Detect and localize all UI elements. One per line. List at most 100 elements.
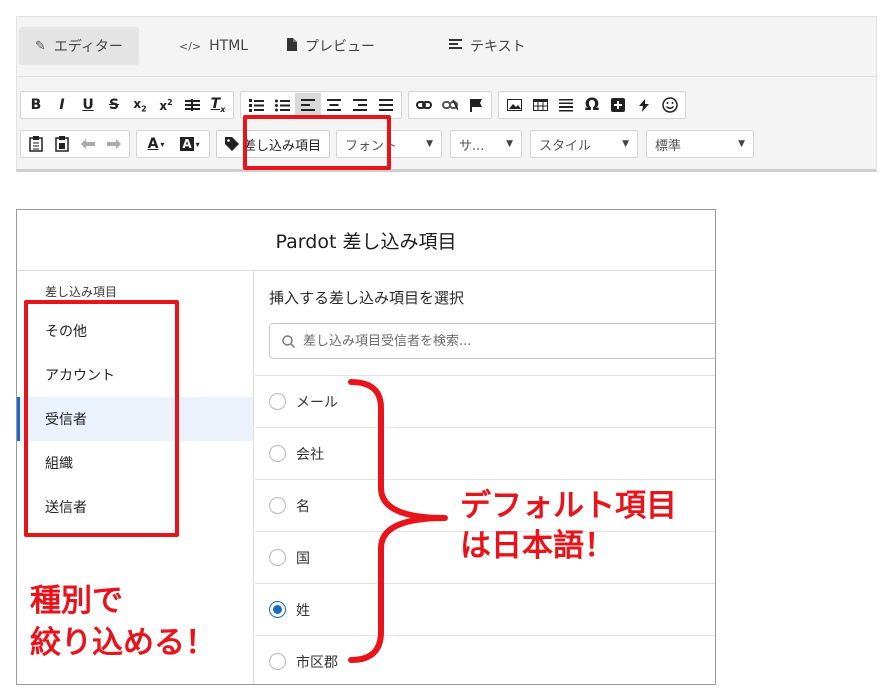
anchor-button[interactable] xyxy=(463,93,489,117)
remove-format-button[interactable] xyxy=(179,93,205,117)
font-dropdown[interactable]: フォント ▼ xyxy=(336,130,443,158)
bullet-list-icon xyxy=(274,99,290,111)
bullet-list-button[interactable] xyxy=(269,93,295,117)
unlink-button[interactable] xyxy=(437,93,463,117)
merge-fields-button[interactable]: 差し込み項目 xyxy=(216,130,331,158)
superscript-button[interactable]: x2 xyxy=(153,93,179,117)
style-dropdown-label: スタイル xyxy=(539,138,592,154)
list-group xyxy=(240,91,402,119)
annotation-default-fields: デフォルト項目 は日本語！ xyxy=(460,486,677,566)
align-center-button[interactable] xyxy=(321,93,347,117)
annotation-line: デフォルト項目 xyxy=(460,488,677,524)
code-icon: </> xyxy=(179,39,202,53)
radio-button[interactable] xyxy=(269,549,286,566)
radio-button-selected[interactable] xyxy=(269,601,286,618)
redo-icon xyxy=(107,139,121,149)
smiley-icon xyxy=(662,97,678,113)
list-item[interactable]: メール xyxy=(255,375,715,427)
tab-text[interactable]: テキスト xyxy=(449,27,526,65)
list-item[interactable]: 姓 xyxy=(255,583,715,635)
color-group: A ▾ A ▾ xyxy=(136,130,210,158)
sidebar-title: 差し込み項目 xyxy=(45,285,118,299)
lightning-button[interactable] xyxy=(631,93,657,117)
table-button[interactable] xyxy=(527,93,553,117)
paste-word-button[interactable] xyxy=(49,132,75,156)
clipboard-word-icon xyxy=(55,136,69,152)
document-icon xyxy=(287,37,297,55)
sidebar-item-recipient[interactable]: 受信者 xyxy=(17,397,253,441)
tab-editor[interactable]: ✎ エディター xyxy=(19,27,139,65)
tab-html-label: HTML xyxy=(209,38,249,54)
emoji-button[interactable] xyxy=(657,93,683,117)
list-item[interactable]: 市区郡 xyxy=(255,635,715,684)
caret-down-icon: ▾ xyxy=(160,139,165,149)
radio-button[interactable] xyxy=(269,653,286,670)
numbered-list-icon xyxy=(248,98,264,112)
align-justify-button[interactable] xyxy=(373,93,399,117)
search-input[interactable] xyxy=(303,333,703,349)
tab-preview[interactable]: プレビュー xyxy=(287,27,375,65)
background-color-icon: A xyxy=(180,137,194,151)
search-icon xyxy=(282,334,295,348)
undo-button[interactable] xyxy=(75,132,101,156)
size-dropdown[interactable]: サ... ▼ xyxy=(450,130,523,158)
background-color-button[interactable]: A ▾ xyxy=(173,132,207,156)
radio-button[interactable] xyxy=(269,445,286,462)
link-button[interactable] xyxy=(411,93,437,117)
unlink-icon xyxy=(442,100,458,110)
sidebar-item-organization[interactable]: 組織 xyxy=(17,441,253,485)
sidebar-item-sender[interactable]: 送信者 xyxy=(17,485,253,529)
image-button[interactable] xyxy=(501,93,527,117)
tab-text-label: テキスト xyxy=(470,39,526,55)
panel-title: 挿入する差し込み項目を選択 xyxy=(269,289,465,307)
special-char-button[interactable]: Ω xyxy=(579,93,605,117)
subscript-icon: x2 xyxy=(133,96,147,114)
format-dropdown-label: 標準 xyxy=(655,138,682,154)
bold-button[interactable]: B xyxy=(23,93,49,117)
list-item[interactable]: 会社 xyxy=(255,427,715,479)
underline-button[interactable]: U xyxy=(75,93,101,117)
align-center-icon xyxy=(327,99,341,111)
curly-brace-icon xyxy=(348,379,448,663)
text-color-button[interactable]: A ▾ xyxy=(139,132,173,156)
redo-button[interactable] xyxy=(101,132,127,156)
strike-button[interactable]: S xyxy=(101,93,127,117)
align-right-button[interactable] xyxy=(347,93,373,117)
chevron-down-icon: ▼ xyxy=(738,139,746,149)
undo-icon xyxy=(81,139,95,149)
style-dropdown[interactable]: スタイル ▼ xyxy=(530,130,639,158)
italic-button[interactable]: I xyxy=(49,93,75,117)
horizontal-line-button[interactable] xyxy=(553,93,579,117)
search-field[interactable] xyxy=(269,323,715,359)
option-label: 会社 xyxy=(296,446,324,463)
chevron-down-icon: ▼ xyxy=(622,139,630,149)
option-label: 国 xyxy=(296,550,310,567)
radio-button[interactable] xyxy=(269,393,286,410)
sidebar-item-other[interactable]: その他 xyxy=(17,309,253,353)
insert-group: Ω xyxy=(498,91,686,119)
paste-button[interactable] xyxy=(23,132,49,156)
option-label: 姓 xyxy=(296,602,310,619)
font-dropdown-label: フォント xyxy=(345,138,398,154)
subscript-button[interactable]: x2 xyxy=(127,93,153,117)
format-dropdown[interactable]: 標準 ▼ xyxy=(646,130,755,158)
size-dropdown-label: サ... xyxy=(459,138,485,154)
align-left-button[interactable] xyxy=(295,93,321,117)
modal-title: Pardot 差し込み項目 xyxy=(17,210,715,271)
numbered-list-button[interactable] xyxy=(243,93,269,117)
align-justify-icon xyxy=(379,99,393,111)
link-group xyxy=(408,91,492,119)
field-selection-panel: 挿入する差し込み項目を選択 メール 会社 名 国 xyxy=(255,271,715,684)
sidebar-item-account[interactable]: アカウント xyxy=(17,353,253,397)
tab-html[interactable]: </> HTML xyxy=(179,27,248,65)
option-label: 名 xyxy=(296,498,310,515)
tab-preview-label: プレビュー xyxy=(305,39,375,55)
plus-box-button[interactable] xyxy=(605,93,631,117)
clear-format-icon: Tx xyxy=(210,96,226,114)
clear-format-button[interactable]: Tx xyxy=(205,93,231,117)
merge-fields-label: 差し込み項目 xyxy=(243,138,322,154)
radio-button[interactable] xyxy=(269,497,286,514)
annotation-line: 絞り込める！ xyxy=(30,625,216,661)
table-icon xyxy=(532,99,548,111)
text-color-icon: A xyxy=(147,136,159,152)
